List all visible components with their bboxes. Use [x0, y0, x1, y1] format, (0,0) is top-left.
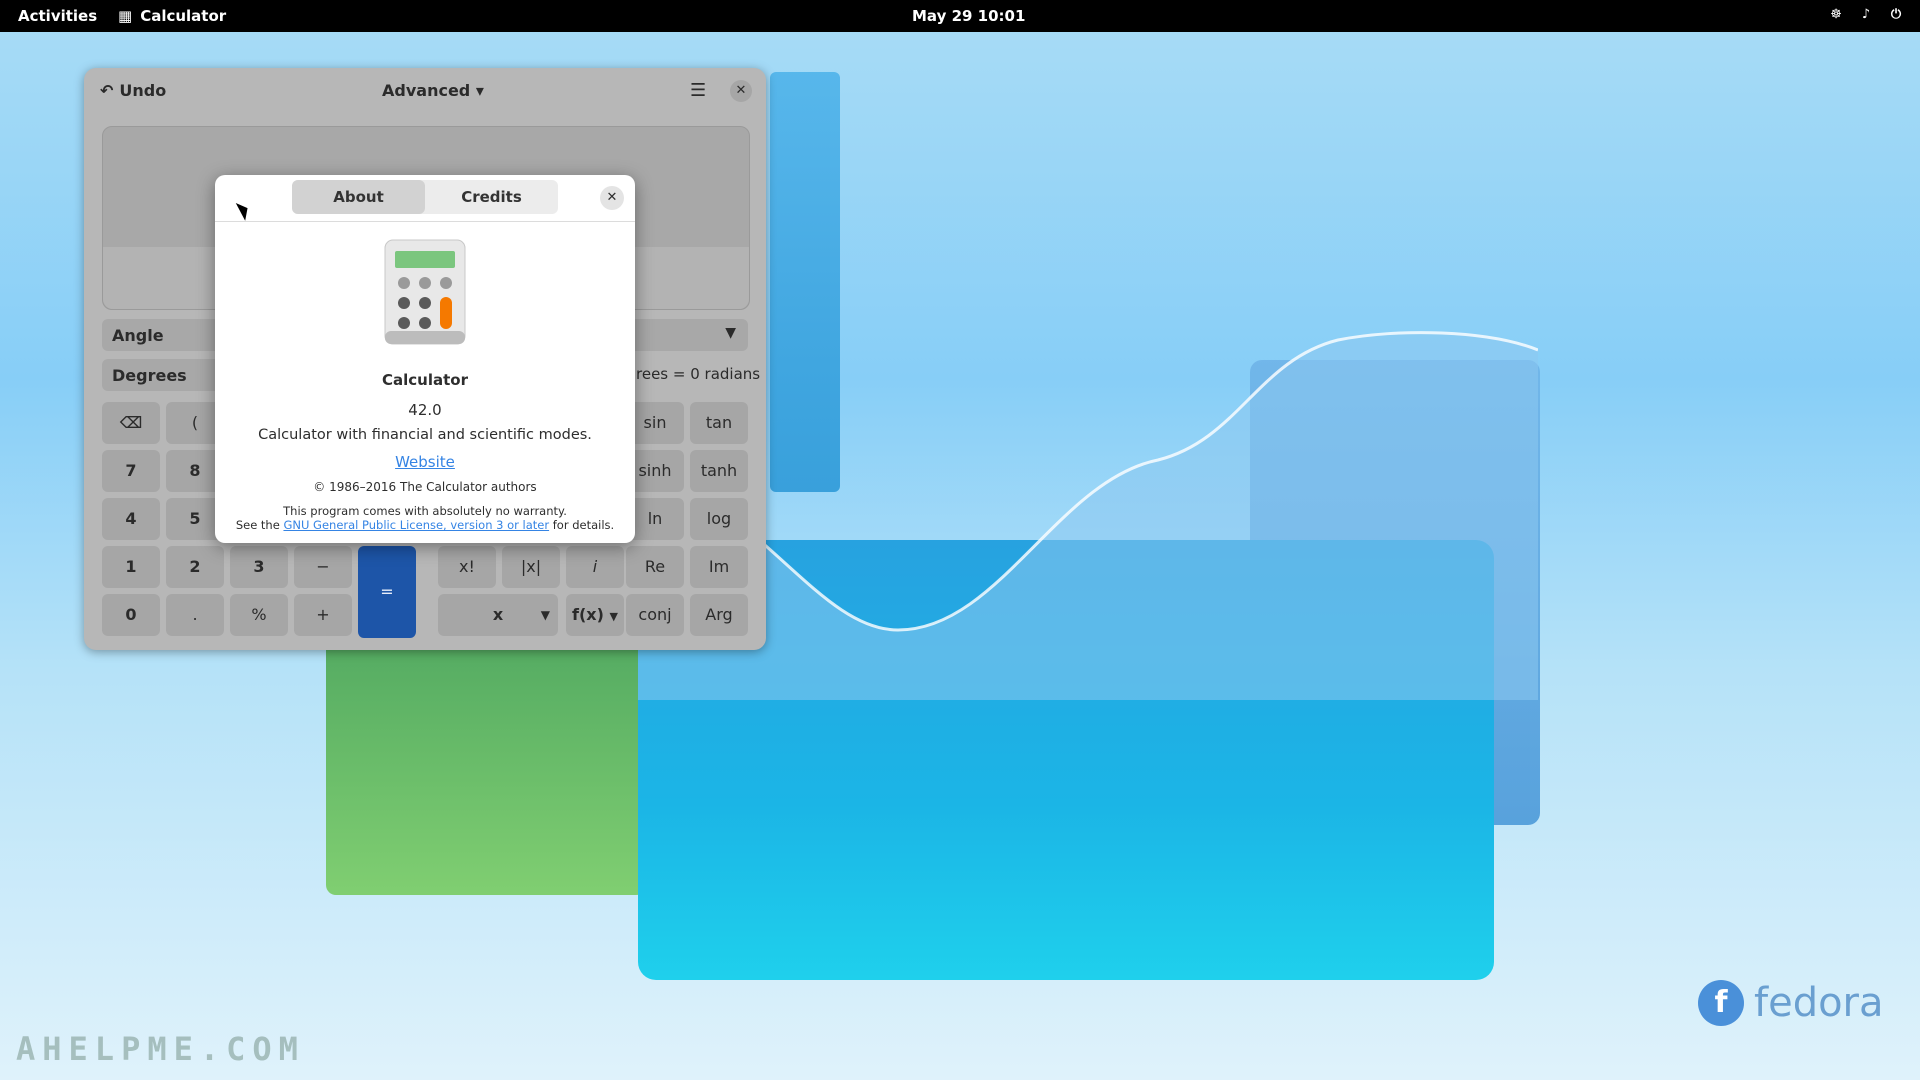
digit-4-button[interactable]: 4 — [102, 498, 160, 540]
app-menu[interactable]: ▦ Calculator — [118, 7, 226, 25]
digit-1-button[interactable]: 1 — [102, 546, 160, 588]
website-link[interactable]: Website — [215, 453, 635, 471]
variable-x-label: x — [492, 605, 504, 624]
variable-x-button[interactable]: x ▼ — [438, 594, 558, 636]
undo-label: Undo — [119, 81, 167, 100]
about-description: Calculator with financial and scientific… — [258, 427, 592, 443]
app-menu-label: Calculator — [140, 7, 227, 25]
activities-button[interactable]: Activities — [18, 7, 97, 25]
imaginary-button[interactable]: i — [566, 546, 624, 588]
top-bar: Activities ▦ Calculator May 29 10:01 ☸ ♪… — [0, 0, 1920, 32]
digit-3-button[interactable]: 3 — [230, 546, 288, 588]
chevron-down-icon: ▼ — [609, 610, 618, 623]
divider — [215, 221, 635, 222]
tab-credits[interactable]: Credits — [425, 180, 558, 214]
fedora-logo-text: fedora — [1754, 980, 1884, 1026]
mode-label: Advanced — [382, 81, 471, 100]
real-part-button[interactable]: Re — [626, 546, 684, 588]
warranty-line: This program comes with absolutely no wa… — [283, 504, 567, 518]
about-dialog: About Credits ✕ Calculator 42.0 Calculat… — [215, 175, 635, 543]
chevron-down-icon: ▼ — [540, 608, 550, 622]
tanh-button[interactable]: tanh — [690, 450, 748, 492]
about-warranty: This program comes with absolutely no wa… — [215, 504, 635, 532]
menu-icon[interactable]: ☰ — [690, 80, 706, 101]
digit-7-button[interactable]: 7 — [102, 450, 160, 492]
warranty-license-line: See the GNU General Public License, vers… — [215, 518, 635, 532]
plus-button[interactable]: + — [294, 594, 352, 636]
calculator-icon: ▦ — [118, 7, 133, 25]
volume-icon[interactable]: ♪ — [1858, 7, 1874, 23]
factorial-button[interactable]: x! — [438, 546, 496, 588]
decimal-button[interactable]: . — [166, 594, 224, 636]
chevron-down-icon: ▼ — [725, 325, 736, 341]
conj-button[interactable]: conj — [626, 594, 684, 636]
log-button[interactable]: log — [690, 498, 748, 540]
tan-button[interactable]: tan — [690, 402, 748, 444]
calculator-app-icon — [384, 239, 466, 345]
watermark: AHELPME.COM — [16, 1030, 305, 1068]
imag-part-button[interactable]: Im — [690, 546, 748, 588]
system-tray[interactable]: ☸ ♪ ⏻ — [1828, 7, 1904, 23]
close-icon[interactable]: ✕ — [600, 186, 624, 210]
backspace-icon: ⌫ — [119, 413, 143, 432]
wallpaper-shape — [326, 640, 646, 895]
undo-button[interactable]: ↶ Undo — [100, 81, 166, 100]
about-version: 42.0 — [408, 401, 442, 419]
mode-selector[interactable]: Advanced ▾ — [382, 81, 484, 100]
warranty-suffix: for details. — [549, 518, 615, 532]
equals-button[interactable]: = — [358, 546, 416, 638]
function-label: f(x) — [572, 605, 604, 624]
degrees-label: Degrees — [112, 366, 187, 385]
chevron-down-icon: ▾ — [475, 81, 484, 100]
degrees-selector[interactable]: Degrees — [102, 359, 222, 391]
percent-button[interactable]: % — [230, 594, 288, 636]
power-icon[interactable]: ⏻ — [1888, 7, 1904, 23]
digit-0-button[interactable]: 0 — [102, 594, 160, 636]
clock[interactable]: May 29 10:01 — [912, 7, 1025, 25]
abs-button[interactable]: |x| — [502, 546, 560, 588]
conversion-text: rees = 0 radians — [636, 365, 761, 383]
warranty-prefix: See the — [235, 518, 284, 532]
function-button[interactable]: f(x) ▼ — [566, 594, 624, 636]
about-tabs: About Credits — [292, 180, 558, 214]
about-copyright: © 1986–2016 The Calculator authors — [313, 480, 537, 494]
header-bar: ↶ Undo Advanced ▾ ☰ ✕ — [84, 68, 766, 114]
fedora-logo: f fedora — [1698, 980, 1884, 1026]
wallpaper-wave — [638, 331, 1538, 700]
license-link[interactable]: GNU General Public License, version 3 or… — [283, 518, 549, 532]
angle-label: Angle — [112, 326, 164, 345]
about-app-name: Calculator — [382, 371, 468, 389]
undo-icon: ↶ — [100, 81, 114, 100]
tab-about[interactable]: About — [292, 180, 425, 214]
minus-button[interactable]: − — [294, 546, 352, 588]
close-icon[interactable]: ✕ — [730, 80, 752, 102]
backspace-button[interactable]: ⌫ — [102, 402, 160, 444]
arg-button[interactable]: Arg — [690, 594, 748, 636]
digit-2-button[interactable]: 2 — [166, 546, 224, 588]
network-icon[interactable]: ☸ — [1828, 7, 1844, 23]
fedora-icon: f — [1698, 980, 1744, 1026]
